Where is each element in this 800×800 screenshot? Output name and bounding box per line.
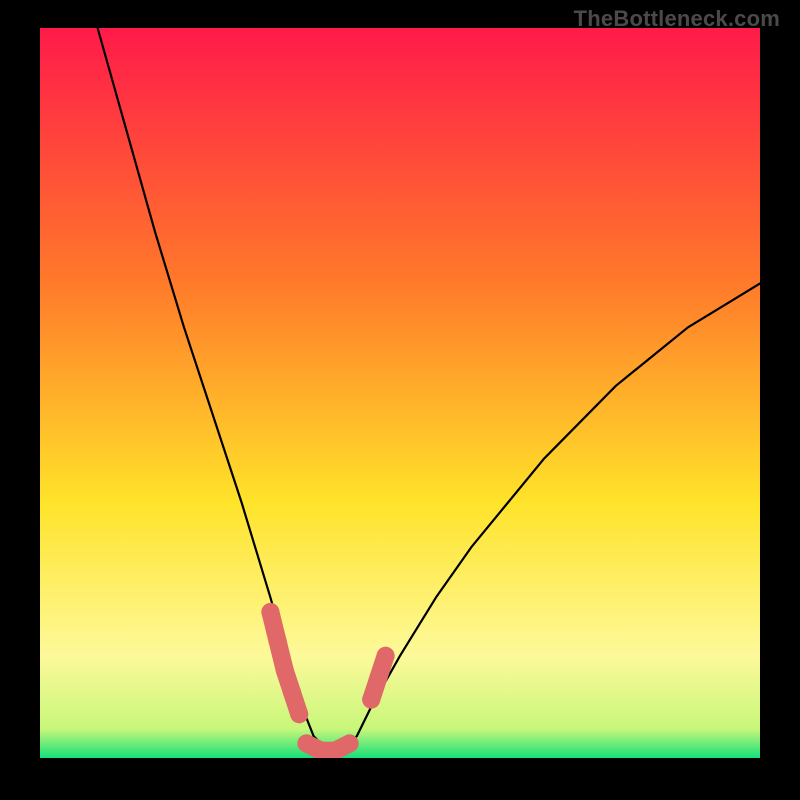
marker-dot (341, 734, 359, 752)
chart-frame (40, 28, 760, 758)
marker-dot (377, 647, 395, 665)
gradient-background (40, 28, 760, 758)
bottleneck-chart (40, 28, 760, 758)
marker-dot (290, 705, 308, 723)
